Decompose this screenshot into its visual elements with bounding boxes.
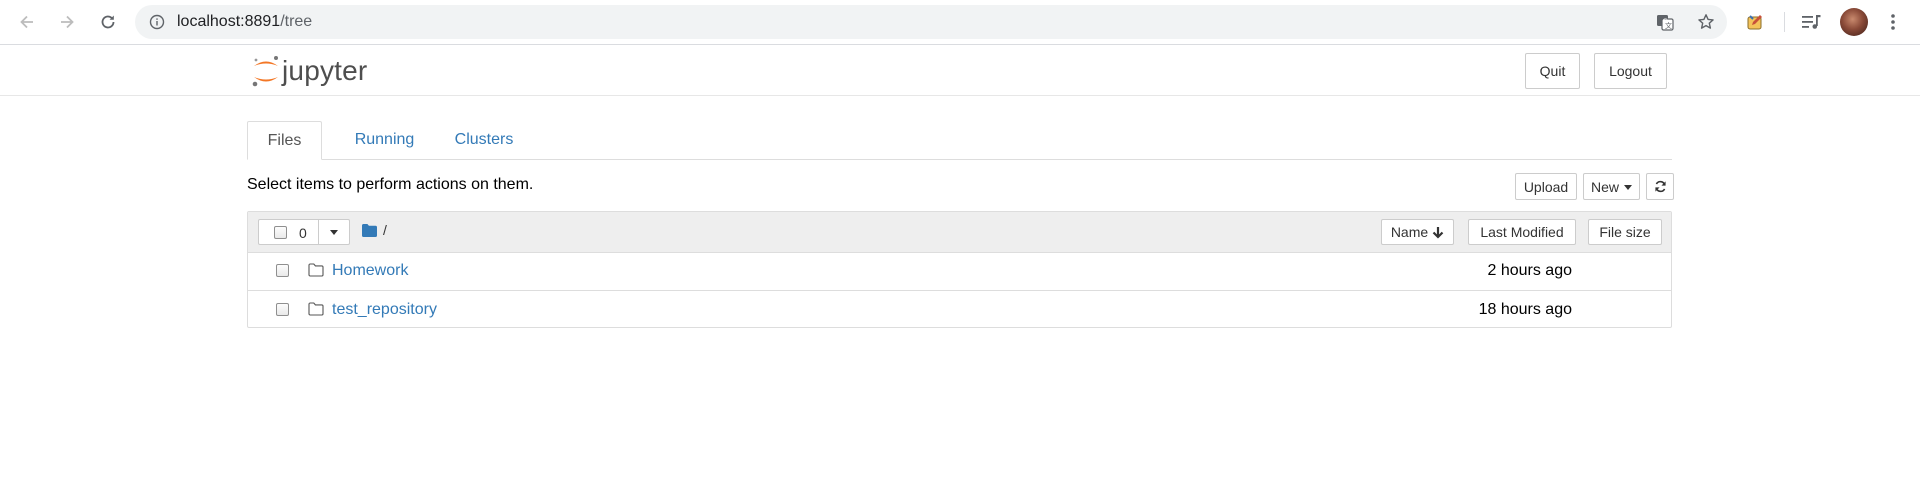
svg-text:文: 文 xyxy=(1665,21,1672,30)
jupyter-header: jupyter Quit Logout xyxy=(0,45,1920,96)
new-dropdown-button[interactable]: New xyxy=(1583,173,1640,200)
sort-name-label: Name xyxy=(1390,224,1429,240)
refresh-button[interactable] xyxy=(1646,173,1674,200)
back-button[interactable] xyxy=(15,10,39,34)
arrow-down-icon xyxy=(1432,226,1444,239)
tab-files[interactable]: Files xyxy=(247,121,322,160)
info-icon[interactable] xyxy=(149,14,165,30)
tab-bar: Files Running Clusters xyxy=(247,121,1672,160)
select-menu-button[interactable] xyxy=(319,219,350,245)
select-all-group: 0 xyxy=(258,219,350,245)
select-all-box[interactable]: 0 xyxy=(258,219,319,245)
selection-hint: Select items to perform actions on them. xyxy=(247,176,534,193)
translate-icon[interactable]: G 文 xyxy=(1656,13,1674,31)
item-name-link[interactable]: Homework xyxy=(332,252,408,290)
breadcrumb[interactable]: / xyxy=(362,222,387,238)
browser-toolbar: localhost:8891/tree G 文 xyxy=(0,0,1920,45)
media-queue-icon[interactable] xyxy=(1800,11,1822,33)
item-name-link[interactable]: test_repository xyxy=(332,291,437,329)
profile-avatar[interactable] xyxy=(1840,8,1868,36)
caret-down-icon xyxy=(1624,185,1632,190)
jupyter-logo[interactable]: jupyter xyxy=(250,53,367,89)
toolbar-divider xyxy=(1784,12,1785,32)
reload-button[interactable] xyxy=(96,10,120,34)
item-checkbox[interactable] xyxy=(276,303,289,316)
reload-icon xyxy=(101,15,115,29)
item-checkbox[interactable] xyxy=(276,264,289,277)
caret-down-icon xyxy=(330,229,338,235)
forward-button[interactable] xyxy=(55,10,79,34)
item-modified: 18 hours ago xyxy=(1478,301,1572,318)
address-bar[interactable]: localhost:8891/tree G 文 xyxy=(135,5,1727,39)
selected-count: 0 xyxy=(299,225,307,241)
more-vert-icon[interactable] xyxy=(1882,11,1904,33)
extension-icon[interactable] xyxy=(1745,11,1767,33)
file-list: 0 / Name Last Modified File size Homewor… xyxy=(247,211,1672,328)
url-host: localhost:8891 xyxy=(177,13,281,30)
url-text[interactable]: localhost:8891/tree xyxy=(177,5,312,39)
folder-icon xyxy=(308,263,324,277)
upload-button[interactable]: Upload xyxy=(1515,173,1577,200)
jupyter-logo-text: jupyter xyxy=(282,55,368,86)
breadcrumb-path[interactable]: / xyxy=(383,222,387,238)
arrow-left-icon xyxy=(20,15,33,29)
select-all-checkbox[interactable] xyxy=(274,226,287,239)
jupyter-logo-icon xyxy=(252,56,278,87)
sort-by-size-button[interactable]: File size xyxy=(1588,219,1662,245)
arrow-right-icon xyxy=(61,15,74,29)
quit-button[interactable]: Quit xyxy=(1525,53,1580,89)
folder-icon xyxy=(308,302,324,316)
sort-by-modified-button[interactable]: Last Modified xyxy=(1468,219,1576,245)
bookmark-star-icon[interactable] xyxy=(1697,13,1715,31)
tab-clusters[interactable]: Clusters xyxy=(434,121,534,159)
logout-button[interactable]: Logout xyxy=(1594,53,1667,89)
sort-by-name-button[interactable]: Name xyxy=(1381,219,1454,245)
new-button-label: New xyxy=(1590,178,1619,195)
folder-open-icon xyxy=(362,223,377,237)
refresh-icon xyxy=(1654,180,1666,193)
list-item[interactable]: test_repository 18 hours ago xyxy=(248,290,1671,329)
url-path: /tree xyxy=(280,13,313,30)
tab-running[interactable]: Running xyxy=(337,121,432,159)
file-list-header: 0 / Name Last Modified File size xyxy=(248,212,1671,253)
list-item[interactable]: Homework 2 hours ago xyxy=(248,252,1671,290)
item-modified: 2 hours ago xyxy=(1487,262,1572,279)
